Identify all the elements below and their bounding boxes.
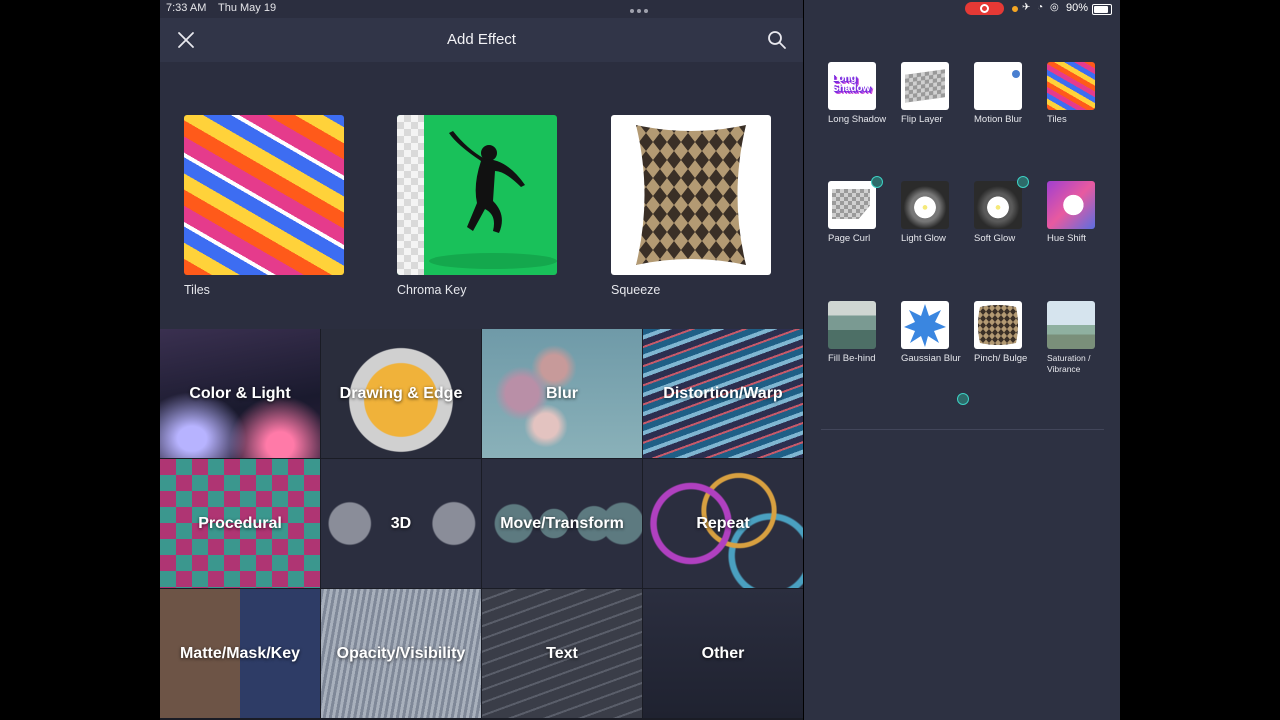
category-blur[interactable]: Blur — [482, 329, 642, 458]
effect-gaussian-blur[interactable]: Gaussian Blur — [901, 301, 961, 364]
effect-saturation-vibrance[interactable]: Saturation / Vibrance — [1047, 301, 1107, 375]
squeeze-thumbnail — [611, 115, 771, 275]
category-3d[interactable]: 3D — [321, 459, 481, 588]
add-effect-sheet: 7:33 AM Thu May 19 Add Effect Tiles Chro… — [160, 0, 803, 720]
search-icon — [768, 31, 786, 49]
mic-indicator-icon — [1012, 6, 1018, 12]
long-shadow-thumb-text: Long Shadow — [832, 73, 871, 94]
star-burst-icon — [904, 304, 946, 347]
battery-percent: 90% — [1066, 2, 1089, 14]
status-bar-right: ✈︎ ◔ ◎ 90% — [804, 0, 1120, 18]
effect-flip-layer[interactable]: Flip Layer — [901, 62, 961, 125]
recent-effects-panel: ✈︎ ◔ ◎ 90% Long Shadow Long Shadow Flip … — [804, 0, 1120, 720]
multitasking-dots-icon[interactable] — [630, 9, 648, 13]
category-other[interactable]: Other — [643, 589, 803, 718]
category-opacity-visibility[interactable]: Opacity/Visibility — [321, 589, 481, 718]
search-button[interactable] — [765, 28, 789, 52]
loading-clock-icon — [957, 393, 969, 405]
effect-hue-shift[interactable]: Hue Shift — [1047, 181, 1107, 244]
squeezed-checker-shape — [636, 125, 746, 265]
effect-tiles[interactable]: Tiles — [1047, 62, 1107, 125]
added-badge-icon — [871, 176, 883, 188]
category-text[interactable]: Text — [482, 589, 642, 718]
featured-label: Tiles — [184, 283, 210, 297]
status-bar: 7:33 AM Thu May 19 — [160, 0, 803, 18]
nav-bar: Add Effect — [160, 18, 803, 62]
effect-page-curl[interactable]: Page Curl — [828, 181, 888, 244]
category-grid: Color & Light Drawing & Edge Blur Distor… — [160, 329, 803, 720]
featured-effects: Tiles Chroma Key Squeeze — [160, 62, 803, 329]
effect-light-glow[interactable]: Light Glow — [901, 181, 961, 244]
category-drawing-edge[interactable]: Drawing & Edge — [321, 329, 481, 458]
featured-squeeze-effect[interactable]: Squeeze — [611, 115, 771, 297]
chroma-key-thumbnail — [397, 115, 557, 275]
featured-label: Chroma Key — [397, 283, 467, 297]
record-icon[interactable] — [965, 2, 1004, 15]
status-date: Thu May 19 — [218, 2, 277, 14]
category-repeat[interactable]: Repeat — [643, 459, 803, 588]
pinch-checker-shape — [978, 305, 1018, 345]
page-title: Add Effect — [447, 31, 516, 48]
status-time: 7:33 AM — [166, 2, 207, 14]
featured-tiles-effect[interactable]: Tiles — [184, 115, 344, 297]
silhouette-figure — [429, 131, 557, 269]
effect-long-shadow[interactable]: Long Shadow Long Shadow — [828, 62, 888, 125]
effect-motion-blur[interactable]: Motion Blur — [974, 62, 1034, 125]
category-matte-mask-key[interactable]: Matte/Mask/Key — [160, 589, 320, 718]
category-distortion-warp[interactable]: Distortion/Warp — [643, 329, 803, 458]
effect-pinch-bulge[interactable]: Pinch/ Bulge — [974, 301, 1034, 364]
category-procedural[interactable]: Procedural — [160, 459, 320, 588]
featured-chroma-key-effect[interactable]: Chroma Key — [397, 115, 557, 297]
status-icons: ✈︎ ◔ ◎ — [1022, 2, 1061, 13]
tiles-thumbnail — [184, 115, 344, 275]
featured-label: Squeeze — [611, 283, 661, 297]
category-color-light[interactable]: Color & Light — [160, 329, 320, 458]
added-badge-icon — [1017, 176, 1029, 188]
divider — [821, 429, 1104, 430]
battery-icon — [1092, 4, 1112, 15]
effect-soft-glow[interactable]: Soft Glow — [974, 181, 1034, 244]
effect-fill-behind[interactable]: Fill Be-hind — [828, 301, 888, 364]
category-move-transform[interactable]: Move/Transform — [482, 459, 642, 588]
